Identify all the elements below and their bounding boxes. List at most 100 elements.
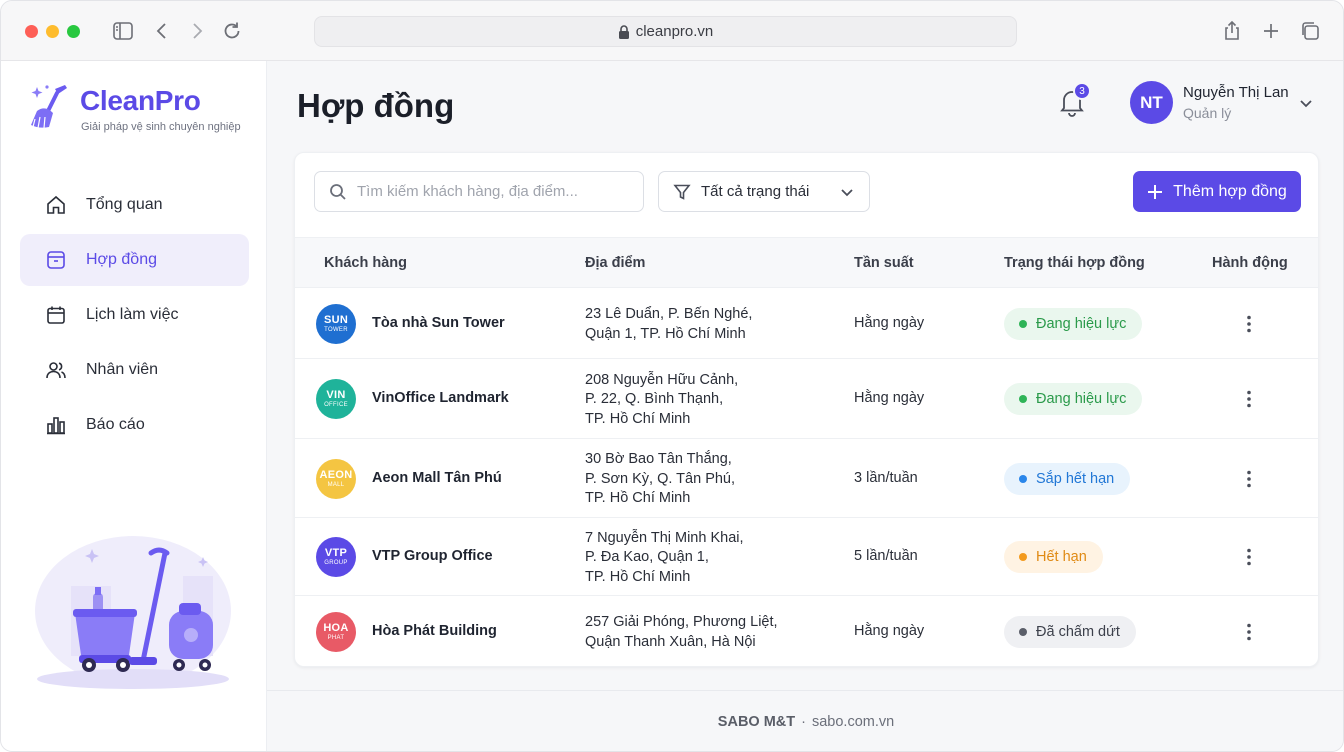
minimize-window-button[interactable] bbox=[46, 25, 59, 38]
client-logo-text: SUN bbox=[323, 313, 349, 326]
main-nav: Tổng quan Hợp đồng Lịch làm việc Nhân vi… bbox=[20, 179, 249, 454]
frequency: Hằng ngày bbox=[854, 314, 925, 331]
status-label: Đã chấm dứt bbox=[1036, 623, 1120, 640]
zoom-window-button[interactable] bbox=[67, 25, 80, 38]
brand-tagline: Giải pháp vệ sinh chuyên nghiệp bbox=[81, 121, 241, 133]
client-name[interactable]: Tòa nhà Sun Tower bbox=[372, 315, 505, 331]
client-logo-subtext: OFFICE bbox=[324, 402, 348, 408]
table-row[interactable]: VIN OFFICE VinOffice Landmark 208 Nguyễn … bbox=[295, 359, 1318, 439]
client-logo: SUN TOWER bbox=[316, 303, 356, 344]
address-line: 23 Lê Duẩn, P. Bến Nghé, bbox=[585, 306, 753, 322]
client-address: 7 Nguyễn Thị Minh Khai, P. Đa Kao, Quận 1… bbox=[585, 529, 744, 588]
tab-overview-icon[interactable] bbox=[1299, 20, 1321, 42]
client-logo-subtext: PHAT bbox=[327, 634, 345, 641]
client-logo-subtext: TOWER bbox=[324, 326, 348, 333]
table-row[interactable]: VTP GROUP VTP Group Office 7 Nguyễn Thị M… bbox=[295, 518, 1318, 596]
share-icon[interactable] bbox=[1221, 20, 1243, 42]
status-filter-select[interactable]: Tất cả trạng thái bbox=[658, 171, 870, 212]
search-input[interactable] bbox=[357, 183, 627, 200]
brand-name: CleanPro bbox=[80, 85, 201, 116]
back-icon[interactable] bbox=[151, 20, 173, 42]
more-actions-icon[interactable] bbox=[1239, 547, 1259, 567]
footer-separator: · bbox=[801, 714, 806, 730]
more-actions-icon[interactable] bbox=[1239, 469, 1259, 489]
address-line: TP. Hồ Chí Minh bbox=[585, 410, 691, 427]
status-badge: Đang hiệu lực bbox=[1004, 383, 1143, 415]
url-text: cleanpro.vn bbox=[635, 23, 714, 40]
client-address: 30 Bờ Bao Tân Thắng, P. Sơn Kỳ, Q. Tân Ph… bbox=[585, 450, 735, 509]
status-dot bbox=[1019, 627, 1027, 636]
chevron-down-icon bbox=[841, 189, 853, 197]
client-logo: VTP GROUP bbox=[316, 537, 356, 577]
address-line: P. Sơn Kỳ, Q. Tân Phú, bbox=[585, 470, 736, 487]
table-row[interactable]: SUN TOWER Tòa nhà Sun Tower 23 Lê Duẩn, P… bbox=[295, 288, 1318, 359]
more-actions-icon[interactable] bbox=[1239, 314, 1259, 334]
window-controls bbox=[25, 25, 80, 38]
status-dot bbox=[1019, 474, 1027, 483]
sidebar-item-label: Tổng quan bbox=[86, 196, 163, 213]
address-line: TP. Hồ Chí Minh bbox=[585, 568, 691, 585]
search-box[interactable] bbox=[314, 171, 644, 212]
contract-icon bbox=[47, 251, 65, 269]
frequency: 5 lần/tuần bbox=[854, 548, 918, 564]
close-window-button[interactable] bbox=[25, 25, 38, 38]
status-badge: Sắp hết hạn bbox=[1004, 462, 1131, 495]
user-role: Quản lý bbox=[1183, 105, 1232, 121]
status-label: Đang hiệu lực bbox=[1036, 315, 1127, 332]
avatar[interactable]: NT bbox=[1130, 81, 1173, 124]
client-name[interactable]: Aeon Mall Tân Phú bbox=[372, 470, 502, 486]
plus-icon bbox=[1148, 184, 1163, 199]
new-tab-icon[interactable] bbox=[1260, 20, 1282, 42]
table-row[interactable]: AEON MALL Aeon Mall Tân Phú 30 Bờ Bao Tân… bbox=[295, 439, 1318, 518]
column-header-frequency: Tần suất bbox=[854, 255, 914, 271]
reload-icon[interactable] bbox=[221, 20, 243, 42]
sidebar-item-label: Nhân viên bbox=[86, 361, 159, 378]
sidebar-item-overview[interactable]: Tổng quan bbox=[20, 179, 249, 231]
client-name[interactable]: VTP Group Office bbox=[372, 548, 493, 564]
client-name[interactable]: Hòa Phát Building bbox=[372, 623, 497, 639]
sidebar-item-reports[interactable]: Báo cáo bbox=[20, 399, 249, 451]
footer-company: SABO M&T bbox=[717, 714, 796, 730]
table-row[interactable]: HOA PHAT Hòa Phát Building 257 Giải Phóng… bbox=[295, 596, 1318, 666]
more-actions-icon[interactable] bbox=[1239, 622, 1259, 642]
contracts-card: Tất cả trạng thái Thêm hợp đồng Khách hà… bbox=[294, 152, 1319, 667]
client-logo: AEON MALL bbox=[316, 458, 356, 499]
status-label: Sắp hết hạn bbox=[1036, 470, 1115, 487]
sidebar-toggle-icon[interactable] bbox=[112, 20, 134, 42]
client-logo-text: HOA bbox=[323, 621, 349, 634]
client-address: 23 Lê Duẩn, P. Bến Nghé, Quận 1, TP. Hồ C… bbox=[585, 305, 752, 344]
client-logo-text: VTP bbox=[324, 547, 348, 559]
frequency: Hằng ngày bbox=[854, 622, 925, 639]
chevron-down-icon[interactable] bbox=[1298, 95, 1314, 111]
address-line: 7 Nguyễn Thị Minh Khai, bbox=[585, 529, 744, 546]
footer-site[interactable]: sabo.com.vn bbox=[812, 714, 894, 730]
client-name[interactable]: VinOffice Landmark bbox=[372, 390, 509, 406]
user-name[interactable]: Nguyễn Thị Lan bbox=[1183, 84, 1289, 101]
add-contract-button[interactable]: Thêm hợp đồng bbox=[1133, 171, 1301, 212]
status-badge: Hết hạn bbox=[1004, 541, 1103, 573]
status-filter-label: Tất cả trạng thái bbox=[701, 183, 810, 200]
sidebar-item-label: Hợp đồng bbox=[86, 251, 157, 268]
client-address: 257 Giải Phóng, Phương Liệt, Quận Thanh X… bbox=[585, 613, 778, 652]
address-line: 208 Nguyễn Hữu Cảnh, bbox=[585, 371, 739, 388]
column-header-location: Địa điểm bbox=[585, 255, 646, 271]
forward-icon[interactable] bbox=[186, 20, 208, 42]
address-line: Quận 1, TP. Hồ Chí Minh bbox=[585, 325, 746, 342]
address-bar[interactable]: cleanpro.vn bbox=[314, 16, 1017, 47]
frequency: 3 lần/tuần bbox=[854, 469, 918, 486]
status-dot bbox=[1019, 553, 1027, 561]
table-header: Khách hàng Địa điểm Tần suất Trạng thái … bbox=[295, 237, 1318, 288]
more-actions-icon[interactable] bbox=[1239, 389, 1259, 409]
search-icon bbox=[330, 183, 346, 200]
frequency: Hằng ngày bbox=[854, 390, 925, 406]
client-logo-subtext: GROUP bbox=[324, 560, 348, 566]
status-dot bbox=[1019, 319, 1027, 328]
status-badge: Đang hiệu lực bbox=[1004, 307, 1143, 340]
page-title: Hợp đồng bbox=[297, 87, 455, 124]
sidebar-item-label: Lịch làm việc bbox=[86, 306, 179, 323]
sidebar-item-contracts[interactable]: Hợp đồng bbox=[20, 234, 249, 286]
sidebar-item-schedule[interactable]: Lịch làm việc bbox=[20, 289, 249, 341]
address-line: 30 Bờ Bao Tân Thắng, bbox=[585, 451, 732, 468]
footer: SABO M&T · sabo.com.vn bbox=[267, 690, 1343, 751]
sidebar-item-staff[interactable]: Nhân viên bbox=[20, 344, 249, 396]
